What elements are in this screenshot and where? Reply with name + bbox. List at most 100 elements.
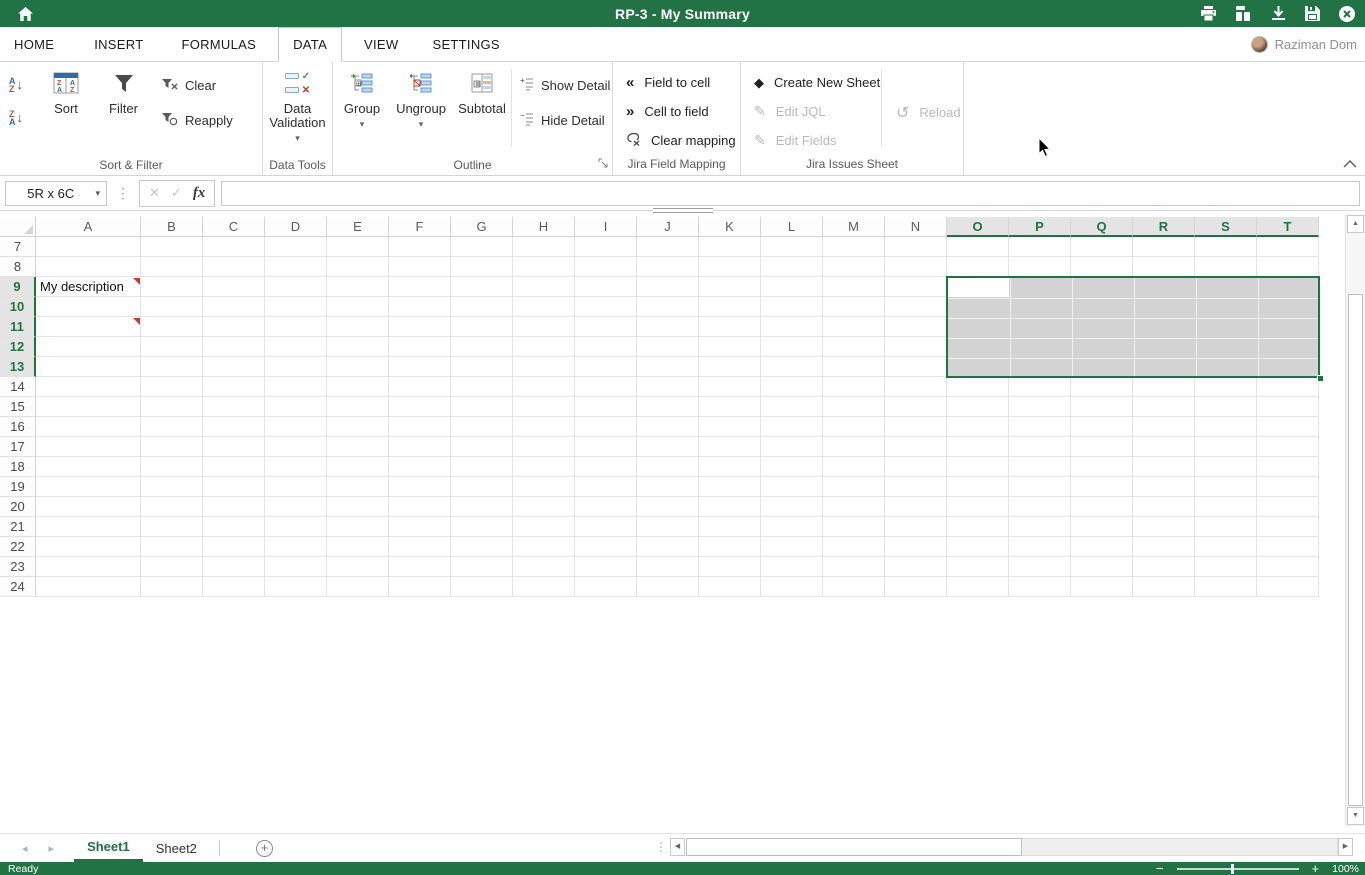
hide-detail-button[interactable]: − Hide Detail [520,103,610,138]
user-account[interactable]: Raziman Dom [1251,27,1357,61]
column-header-A[interactable]: A [36,217,141,237]
column-header-D[interactable]: D [265,217,327,237]
name-box[interactable]: 5R x 6C ▾ [5,181,107,206]
row-header-24[interactable]: 24 [0,577,36,597]
insert-function-icon[interactable]: fx [193,185,206,202]
column-header-G[interactable]: G [451,217,513,237]
cell-to-field-button[interactable]: » Cell to field [626,97,709,126]
horizontal-scroll-thumb[interactable] [686,838,1022,856]
ungroup-button[interactable]: Ungroup ▾ [389,62,453,156]
data-validation-button[interactable]: ✓ ✕ Data Validation ▾ [264,62,332,156]
row-header-13[interactable]: 13 [0,357,36,377]
scroll-down-icon[interactable]: ▼ [1347,807,1364,825]
avatar [1251,36,1268,53]
column-header-S[interactable]: S [1195,217,1257,237]
row-header-11[interactable]: 11 [0,317,36,337]
row-header-12[interactable]: 12 [0,337,36,357]
fill-handle[interactable] [1317,375,1324,382]
active-cell-O9[interactable] [948,278,1009,297]
column-header-J[interactable]: J [637,217,699,237]
column-header-H[interactable]: H [513,217,575,237]
row-header-20[interactable]: 20 [0,497,36,517]
print-icon[interactable] [1200,6,1217,21]
group-button[interactable]: ⊞ Group ▾ [335,62,389,156]
subtotal-button[interactable]: ⊞ Subtotal [453,62,511,156]
tab-home[interactable]: HOME [0,27,68,61]
row-header-21[interactable]: 21 [0,517,36,537]
row-header-14[interactable]: 14 [0,377,36,397]
scroll-up-icon[interactable]: ▲ [1347,215,1364,233]
column-header-E[interactable]: E [327,217,389,237]
download-icon[interactable] [1271,6,1286,21]
column-header-N[interactable]: N [885,217,947,237]
field-to-cell-label: Field to cell [644,75,710,90]
cell-A9[interactable]: My description [36,277,201,297]
hscroll-grip-icon[interactable]: ⋮ [655,840,667,854]
zoom-out-icon[interactable]: − [1156,864,1164,874]
create-new-sheet-button[interactable]: ◆ Create New Sheet [754,68,881,97]
tab-settings[interactable]: SETTINGS [418,27,513,61]
tab-view[interactable]: VIEW [350,27,412,61]
column-header-F[interactable]: F [389,217,451,237]
zoom-in-icon[interactable]: + [1312,864,1320,874]
spreadsheet-grid[interactable]: ▲ ▼ ABCDEFGHIJKLMNOPQRST7891011121314151… [0,211,1365,833]
vertical-scroll-thumb[interactable] [1348,294,1363,806]
row-header-22[interactable]: 22 [0,537,36,557]
tab-formulas[interactable]: FORMULAS [167,27,270,61]
sort-ascending-button[interactable]: AZ↓ [0,68,40,101]
scroll-left-icon[interactable]: ◀ [670,838,685,856]
column-header-K[interactable]: K [699,217,761,237]
filter-button[interactable]: Filter [92,62,155,156]
tab-data[interactable]: DATA [278,27,342,62]
row-header-9[interactable]: 9 [0,277,36,297]
column-header-M[interactable]: M [823,217,885,237]
row-header-19[interactable]: 19 [0,477,36,497]
selection-range[interactable] [946,276,1320,378]
row-header-7[interactable]: 7 [0,237,36,257]
hide-detail-label: Hide Detail [541,113,605,128]
scroll-right-icon[interactable]: ▶ [1338,838,1353,856]
row-header-17[interactable]: 17 [0,437,36,457]
select-all-corner[interactable] [0,217,36,237]
formula-input[interactable] [221,181,1360,206]
row-header-16[interactable]: 16 [0,417,36,437]
row-header-8[interactable]: 8 [0,257,36,277]
column-header-R[interactable]: R [1133,217,1195,237]
add-sheet-icon[interactable]: + [256,840,273,857]
clear-mapping-button[interactable]: Clear mapping [626,126,736,155]
collapse-ribbon-icon[interactable] [1343,156,1357,171]
sheet-tab-sheet2[interactable]: Sheet2 [143,834,210,862]
hide-detail-icon: − [520,112,534,129]
column-header-T[interactable]: T [1257,217,1319,237]
layout-columns-icon[interactable] [1236,6,1252,21]
column-header-B[interactable]: B [141,217,203,237]
close-icon[interactable] [1339,6,1355,22]
field-to-cell-button[interactable]: « Field to cell [626,68,710,97]
row-header-10[interactable]: 10 [0,297,36,317]
sort-button[interactable]: ZAAZ Sort [40,62,92,156]
reapply-filter-button[interactable]: Reapply [162,103,233,138]
formula-bar-grip-icon[interactable]: ⋮ [116,185,130,202]
column-header-L[interactable]: L [761,217,823,237]
column-header-Q[interactable]: Q [1071,217,1133,237]
pane-splitter-handle[interactable] [653,208,713,213]
sheet-tab-sheet1[interactable]: Sheet1 [74,834,143,862]
save-icon[interactable] [1305,6,1320,21]
row-header-18[interactable]: 18 [0,457,36,477]
zoom-slider[interactable] [1177,868,1299,870]
prev-sheet-icon[interactable]: ◂ [22,842,28,855]
outline-dialog-launcher-icon[interactable] [598,156,608,171]
next-sheet-icon[interactable]: ▸ [49,842,55,855]
sort-descending-button[interactable]: ZA↓ [0,101,40,134]
clear-filter-button[interactable]: Clear [162,68,233,103]
vertical-scrollbar[interactable]: ▲ ▼ [1345,214,1365,826]
column-header-P[interactable]: P [1009,217,1071,237]
zoom-slider-thumb[interactable] [1231,864,1234,874]
row-header-15[interactable]: 15 [0,397,36,417]
column-header-O[interactable]: O [947,217,1009,237]
show-detail-button[interactable]: + Show Detail [520,68,610,103]
column-header-I[interactable]: I [575,217,637,237]
tab-insert[interactable]: INSERT [80,27,157,61]
column-header-C[interactable]: C [203,217,265,237]
row-header-23[interactable]: 23 [0,557,36,577]
